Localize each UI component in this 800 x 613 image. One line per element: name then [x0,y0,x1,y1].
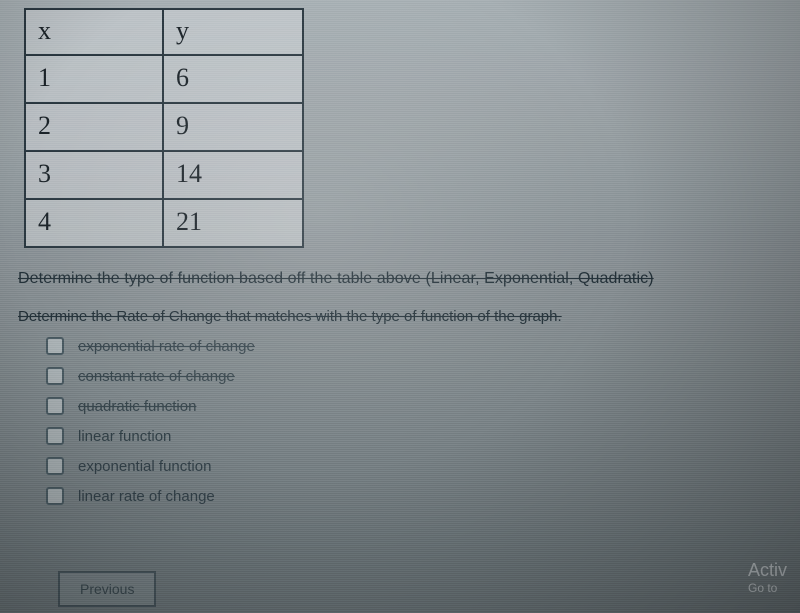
header-y: y [163,9,303,55]
checkbox-icon[interactable] [46,427,64,445]
option-label: constant rate of change [78,368,235,385]
question-content: x y 1 6 2 9 3 14 4 21 Determine the type… [0,0,800,505]
table-header-row: x y [25,9,303,55]
checkbox-icon[interactable] [46,457,64,475]
previous-button[interactable]: Previous [58,571,156,607]
option-label: quadratic function [78,398,196,415]
checkbox-icon[interactable] [46,337,64,355]
table-row: 4 21 [25,199,303,247]
checkbox-icon[interactable] [46,397,64,415]
option-linear-rate[interactable]: linear rate of change [46,487,782,505]
option-label: exponential rate of change [78,338,255,355]
watermark-line2: Go to [748,581,800,595]
option-exponential-function[interactable]: exponential function [46,457,782,475]
option-label: exponential function [78,458,211,475]
option-label: linear rate of change [78,488,215,505]
option-linear-function[interactable]: linear function [46,427,782,445]
xy-table: x y 1 6 2 9 3 14 4 21 [24,8,304,248]
checkbox-icon[interactable] [46,487,64,505]
cell-y: 21 [163,199,303,247]
prompt-rate-of-change: Determine the Rate of Change that matche… [18,308,782,325]
option-exponential-rate[interactable]: exponential rate of change [46,337,782,355]
option-quadratic-function[interactable]: quadratic function [46,397,782,415]
table-row: 2 9 [25,103,303,151]
option-constant-rate[interactable]: constant rate of change [46,367,782,385]
cell-x: 1 [25,55,163,103]
cell-y: 14 [163,151,303,199]
table-row: 1 6 [25,55,303,103]
windows-activation-watermark: Activ Go to [748,560,800,595]
cell-y: 6 [163,55,303,103]
table-row: 3 14 [25,151,303,199]
cell-x: 4 [25,199,163,247]
cell-x: 3 [25,151,163,199]
option-label: linear function [78,428,171,445]
cell-y: 9 [163,103,303,151]
cell-x: 2 [25,103,163,151]
checkbox-icon[interactable] [46,367,64,385]
header-x: x [25,9,163,55]
watermark-line1: Activ [748,560,800,581]
answer-options: exponential rate of change constant rate… [18,337,782,505]
prompt-function-type: Determine the type of function based off… [18,270,782,288]
